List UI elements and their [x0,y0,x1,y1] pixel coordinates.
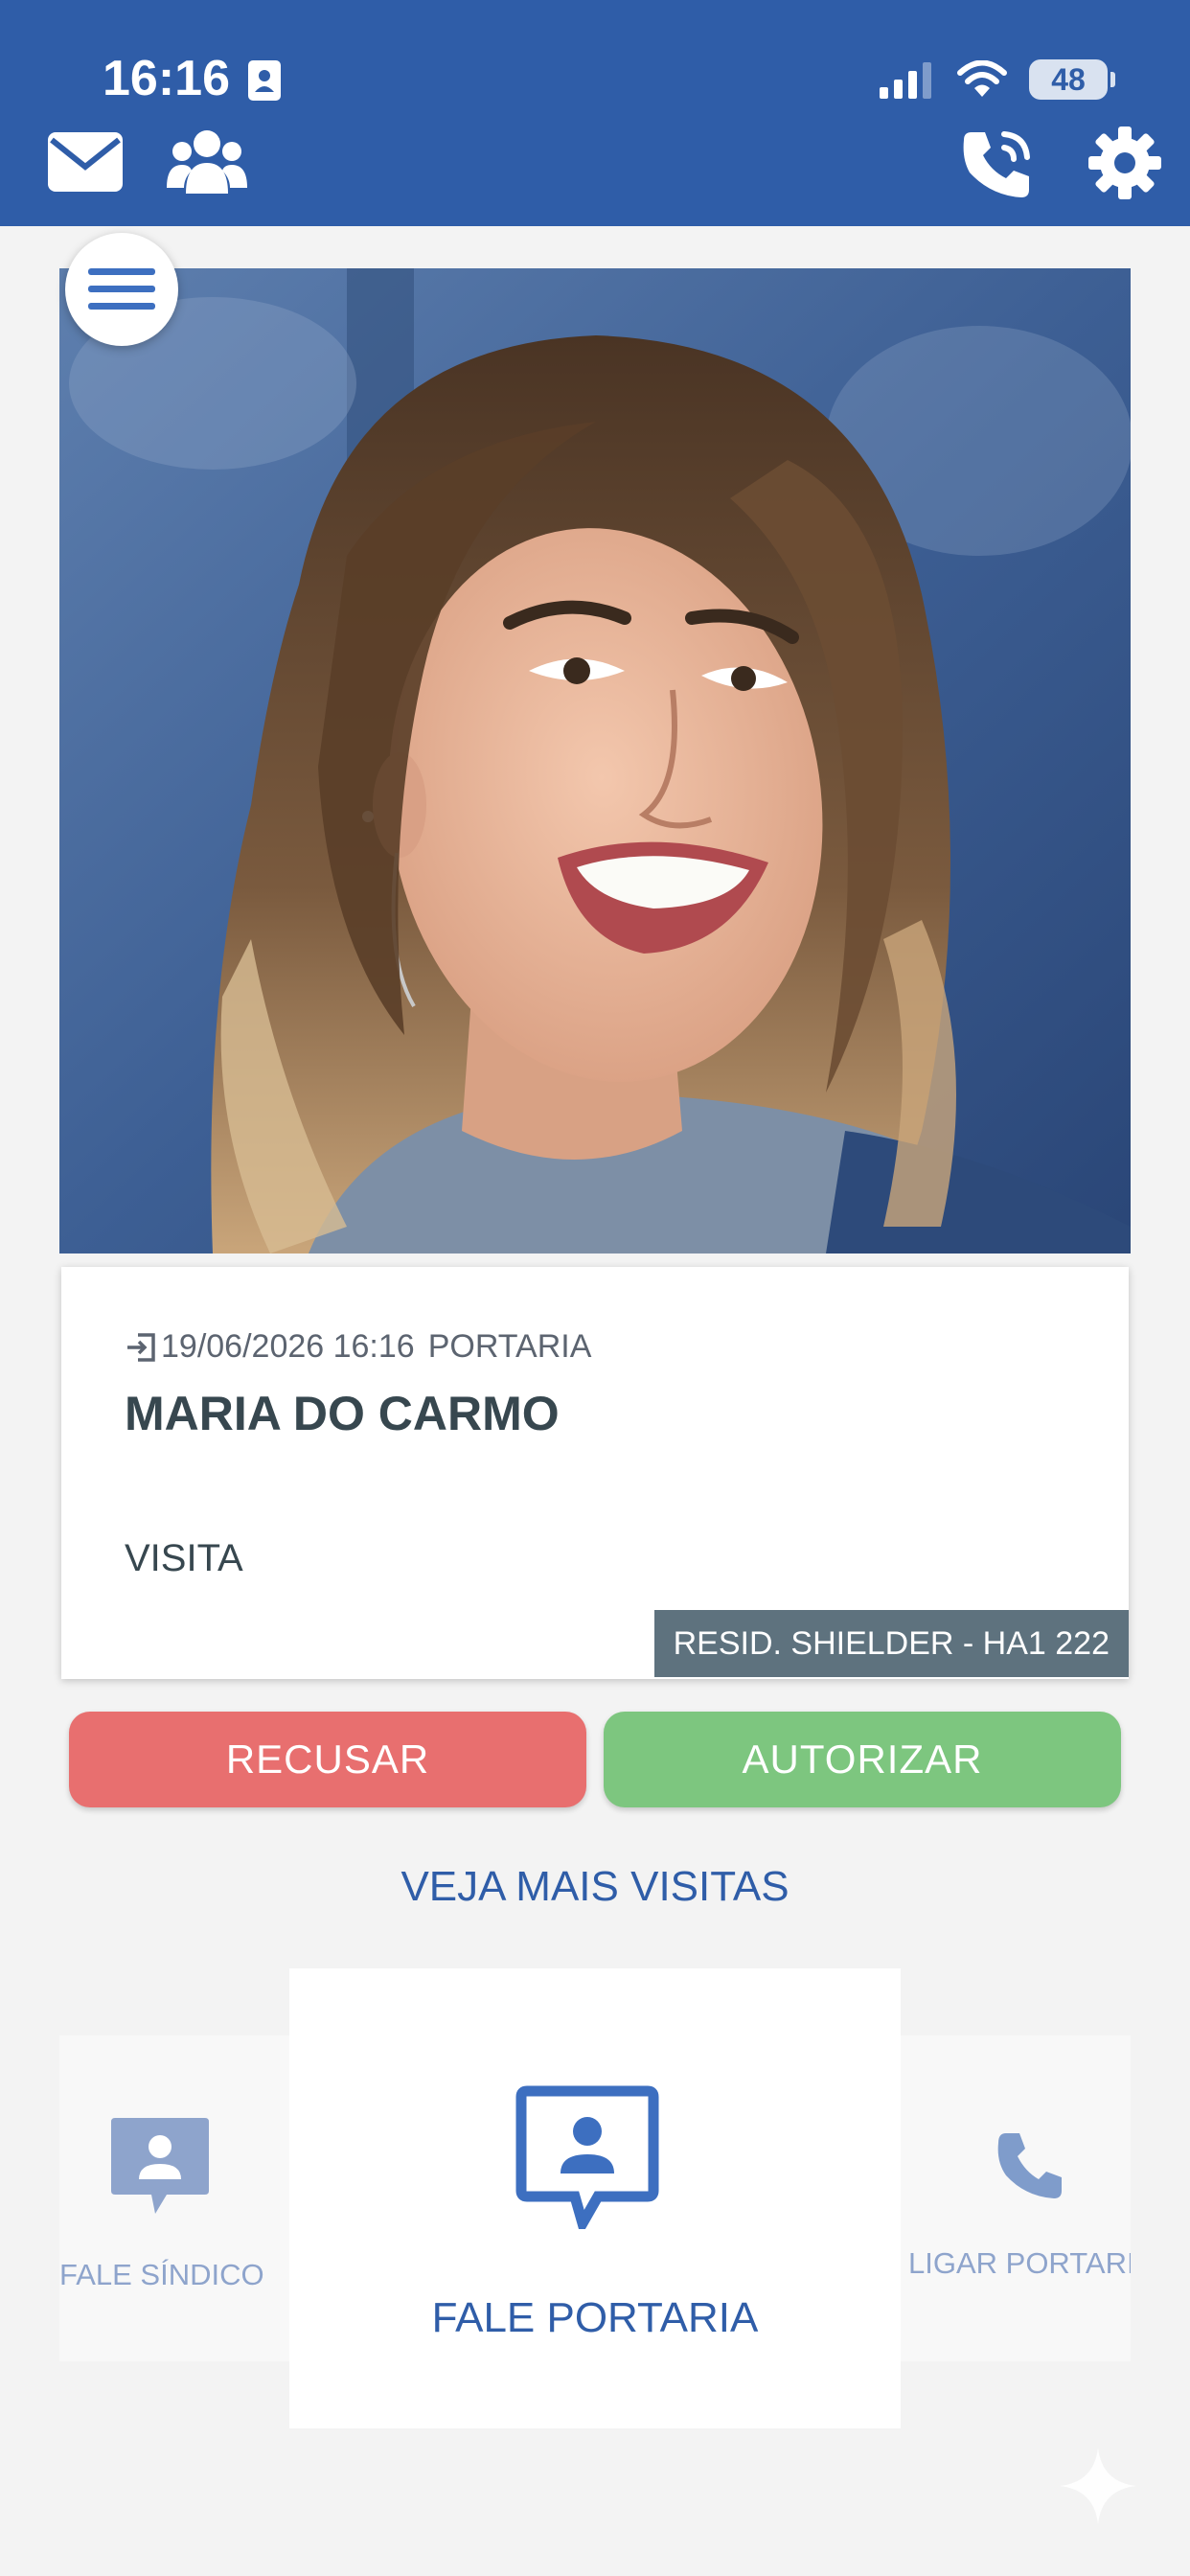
refuse-button[interactable]: RECUSAR [69,1712,586,1807]
gear-icon[interactable] [1087,125,1163,201]
more-visits-link[interactable]: VEJA MAIS VISITAS [0,1863,1190,1911]
menu-button[interactable] [65,233,178,346]
fale-sindico-label: FALE SÍNDICO [59,2258,264,2291]
battery-icon: 48 [1029,59,1115,100]
entry-info: 19/06/2026 16:16 PORTARIA [125,1328,591,1366]
entry-datetime: 19/06/2026 16:16 [161,1328,415,1365]
shortcut-fale-sindico[interactable]: FALE SÍNDICO [59,2036,289,2361]
top-bar: 16:16 48 [0,0,1190,226]
login-icon [127,1332,155,1362]
fale-portaria-label: FALE PORTARIA [431,2294,759,2341]
entry-source: PORTARIA [427,1328,592,1365]
phone-ringing-icon[interactable] [958,125,1037,203]
signal-icon [880,62,931,99]
chat-person-icon [111,2118,209,2214]
contact-card-icon [248,60,281,101]
mail-icon[interactable] [46,130,125,194]
battery-level: 48 [1051,61,1086,97]
wifi-icon [957,60,1007,97]
status-indicators: 48 [878,58,1115,102]
shortcut-fale-portaria[interactable]: FALE PORTARIA [289,1968,901,2428]
status-time: 16:16 [103,51,230,106]
chat-person-icon [515,2085,659,2229]
residence-badge: RESID. SHIELDER - HA1 222 [653,1610,1129,1677]
visit-type: VISITA [125,1537,243,1579]
visitor-name: MARIA DO CARMO [125,1387,560,1440]
visit-card: 19/06/2026 16:16 PORTARIA MARIA DO CARMO… [61,1267,1129,1679]
authorize-button[interactable]: AUTORIZAR [604,1712,1121,1807]
hamburger-icon [88,268,155,310]
ligar-portaria-label: LIGAR PORTARI [908,2246,1131,2280]
sparkle-icon [1060,2448,1136,2524]
shortcut-ligar-portaria[interactable]: LIGAR PORTARI [901,2036,1131,2361]
group-icon[interactable] [167,126,247,197]
phone-icon [997,2133,1062,2198]
visitor-photo [59,268,1131,1254]
